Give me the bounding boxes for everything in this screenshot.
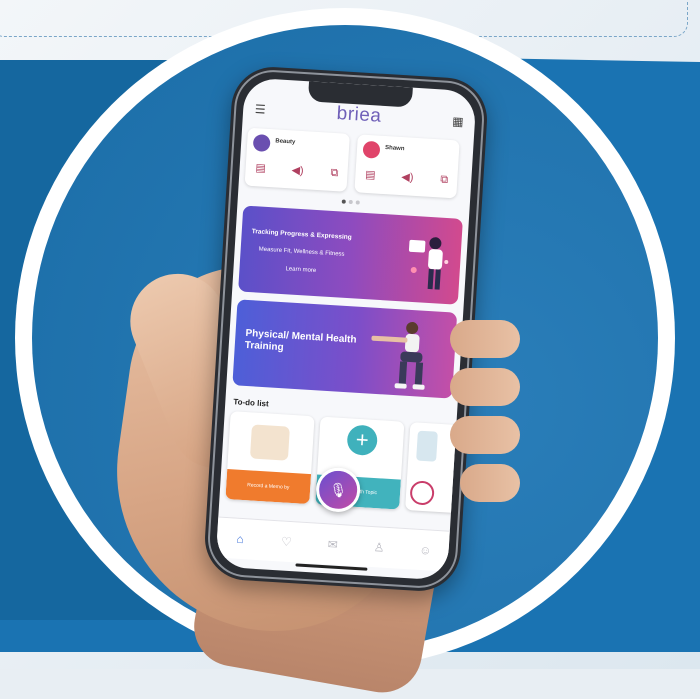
profile-card[interactable]: Shawn ▤ ◀) ⧉ — [354, 134, 460, 199]
avatar — [362, 140, 381, 159]
notes-icon[interactable]: ▤ — [251, 161, 270, 176]
hand-fingers — [440, 320, 520, 540]
exercise-illustration — [371, 322, 425, 390]
carousel-dot[interactable] — [341, 199, 346, 204]
tab-home-icon[interactable]: ⌂ — [226, 531, 255, 547]
profile-name: Shawn — [384, 145, 405, 153]
training-banner[interactable]: Physical/ Mental Health Training — [232, 299, 458, 399]
progress-banner[interactable]: Tracking Progress & Expressing Measure F… — [238, 205, 463, 305]
share-icon[interactable]: ⧉ — [325, 165, 344, 180]
profile-name: Beauty — [275, 138, 296, 146]
tab-health-icon[interactable]: ♡ — [272, 534, 301, 550]
profile-cards-row: Beauty ▤ ◀) ⧉ Shawn ▤ ◀) ⧉ — [244, 127, 473, 204]
banner-cta[interactable]: Learn more — [285, 266, 316, 274]
speaker-icon[interactable]: ◀) — [288, 163, 307, 178]
banner-subtitle: Measure Fit, Wellness & Fitness — [258, 246, 345, 258]
phone-screen: ☰ briea ▦ Beauty ▤ ◀) ⧉ Shawn ▤ ◀) ⧉ Tra… — [215, 77, 477, 581]
finger — [450, 368, 520, 406]
profile-card[interactable]: Beauty ▤ ◀) ⧉ — [244, 127, 350, 192]
tab-profile-icon[interactable]: ☺ — [411, 542, 440, 558]
training-title: Physical/ Mental Health Training — [244, 327, 357, 354]
todo-heading: To-do list — [233, 397, 269, 409]
todo-label: Record a Memo by — [225, 469, 312, 505]
profile-actions: ▤ ◀) ⧉ — [361, 168, 454, 190]
add-icon: + — [346, 424, 379, 457]
notes-icon[interactable]: ▤ — [361, 168, 380, 183]
share-icon[interactable]: ⧉ — [435, 172, 454, 187]
avatar — [252, 134, 271, 153]
carousel-dot[interactable] — [355, 200, 360, 205]
todo-item[interactable]: Record a Memo by — [225, 411, 315, 505]
menu-icon[interactable]: ☰ — [253, 102, 268, 117]
finger — [460, 464, 520, 502]
app-logo: briea — [336, 103, 383, 127]
calendar-icon[interactable]: ▦ — [450, 114, 465, 129]
badge-icon — [409, 480, 435, 506]
tab-messages-icon[interactable]: ✉ — [318, 537, 347, 553]
profile-actions: ▤ ◀) ⧉ — [251, 161, 344, 183]
carousel-dot[interactable] — [348, 199, 353, 205]
carousel-indicator — [341, 199, 360, 205]
document-icon — [416, 430, 438, 462]
finger — [450, 320, 520, 358]
speaker-icon[interactable]: ◀) — [398, 170, 417, 185]
memo-icon — [249, 424, 290, 461]
banner-title: Tracking Progress & Expressing — [251, 228, 352, 242]
banner-illustration — [408, 237, 449, 290]
finger — [450, 416, 520, 454]
tab-people-icon[interactable]: ♙ — [365, 540, 394, 556]
bottom-tab-bar: ⌂ ♡ ✉ ♙ ☺ — [215, 516, 450, 572]
